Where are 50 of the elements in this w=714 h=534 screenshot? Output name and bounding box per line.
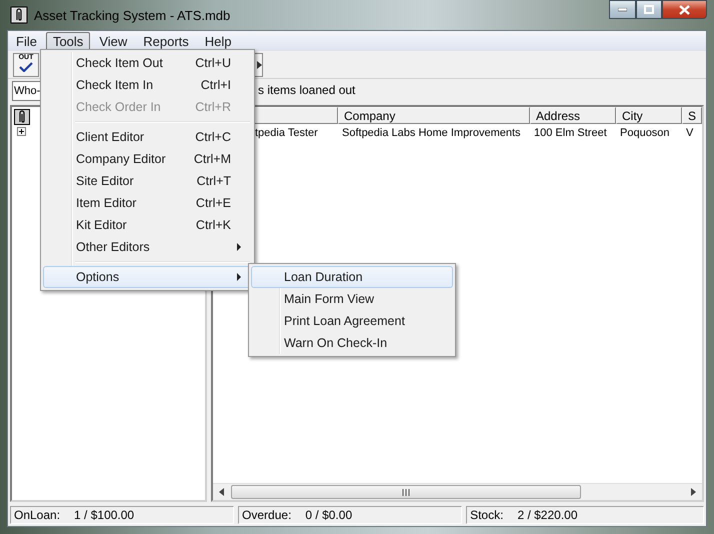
column-header[interactable]: S xyxy=(682,107,702,124)
table-cell-text: Poquoson xyxy=(619,127,671,139)
window-title: Asset Tracking System - ATS.mdb xyxy=(34,8,232,22)
maximize-button[interactable] xyxy=(636,0,662,19)
grip-icon xyxy=(402,488,410,496)
scroll-right-icon[interactable] xyxy=(688,487,698,497)
submenu-arrow-icon xyxy=(237,273,241,281)
menu-item[interactable]: Print Loan Agreement xyxy=(251,310,453,332)
paperclip-icon xyxy=(14,109,30,125)
menu-item[interactable]: Kit Editor Ctrl+K xyxy=(43,214,252,236)
menu-title[interactable]: Help xyxy=(198,32,239,50)
menu-title[interactable]: File xyxy=(9,32,44,50)
table-cell-text: V xyxy=(685,127,694,139)
status-label: Stock: xyxy=(470,508,504,522)
menu-title[interactable]: Tools xyxy=(46,32,90,50)
column-header[interactable]: Address xyxy=(530,107,616,124)
checkmark-icon xyxy=(19,62,33,72)
close-icon xyxy=(679,4,690,14)
description-text: s items loaned out xyxy=(258,83,356,97)
menu-item[interactable]: Site Editor Ctrl+T xyxy=(43,170,252,192)
maximize-icon xyxy=(644,5,654,14)
arrow-icon xyxy=(257,60,262,68)
horizontal-scrollbar[interactable] xyxy=(213,483,702,500)
scroll-left-icon[interactable] xyxy=(217,487,227,497)
menu-item[interactable]: Check Item In Ctrl+I xyxy=(43,74,252,96)
menu-item[interactable]: Company Editor Ctrl+M xyxy=(43,148,252,170)
expand-toggle[interactable] xyxy=(17,127,26,136)
status-label: Overdue: xyxy=(242,508,292,522)
menu-title[interactable]: View xyxy=(92,32,134,50)
app-icon xyxy=(10,6,28,24)
close-button[interactable] xyxy=(662,0,707,19)
column-header[interactable]: City xyxy=(616,107,682,124)
menu-item[interactable]: Main Form View xyxy=(251,288,453,310)
submenu-item[interactable]: Other Editors xyxy=(43,236,252,258)
menu-title[interactable]: Reports xyxy=(136,32,196,50)
status-value: 0 / $0.00 xyxy=(305,508,352,522)
status-label: OnLoan: xyxy=(14,508,60,522)
menu-item[interactable]: Item Editor Ctrl+E xyxy=(43,192,252,214)
menu-item[interactable]: Client Editor Ctrl+C xyxy=(43,126,252,148)
status-value: 2 / $220.00 xyxy=(517,508,578,522)
status-value: 1 / $100.00 xyxy=(74,508,134,522)
column-header[interactable]: Company xyxy=(338,107,530,124)
menu-item[interactable]: Check Item Out Ctrl+U xyxy=(43,52,252,74)
menu-item[interactable]: Loan Duration xyxy=(251,266,453,288)
table-cell-text: 100 Elm Street xyxy=(533,127,608,139)
minimize-icon xyxy=(618,8,627,12)
submenu-arrow-icon xyxy=(237,243,241,251)
table-cell-text: Softpedia Labs Home Improvements xyxy=(341,127,522,139)
menu-item[interactable]: Warn On Check-In xyxy=(251,332,453,354)
minimize-button[interactable] xyxy=(609,0,636,19)
